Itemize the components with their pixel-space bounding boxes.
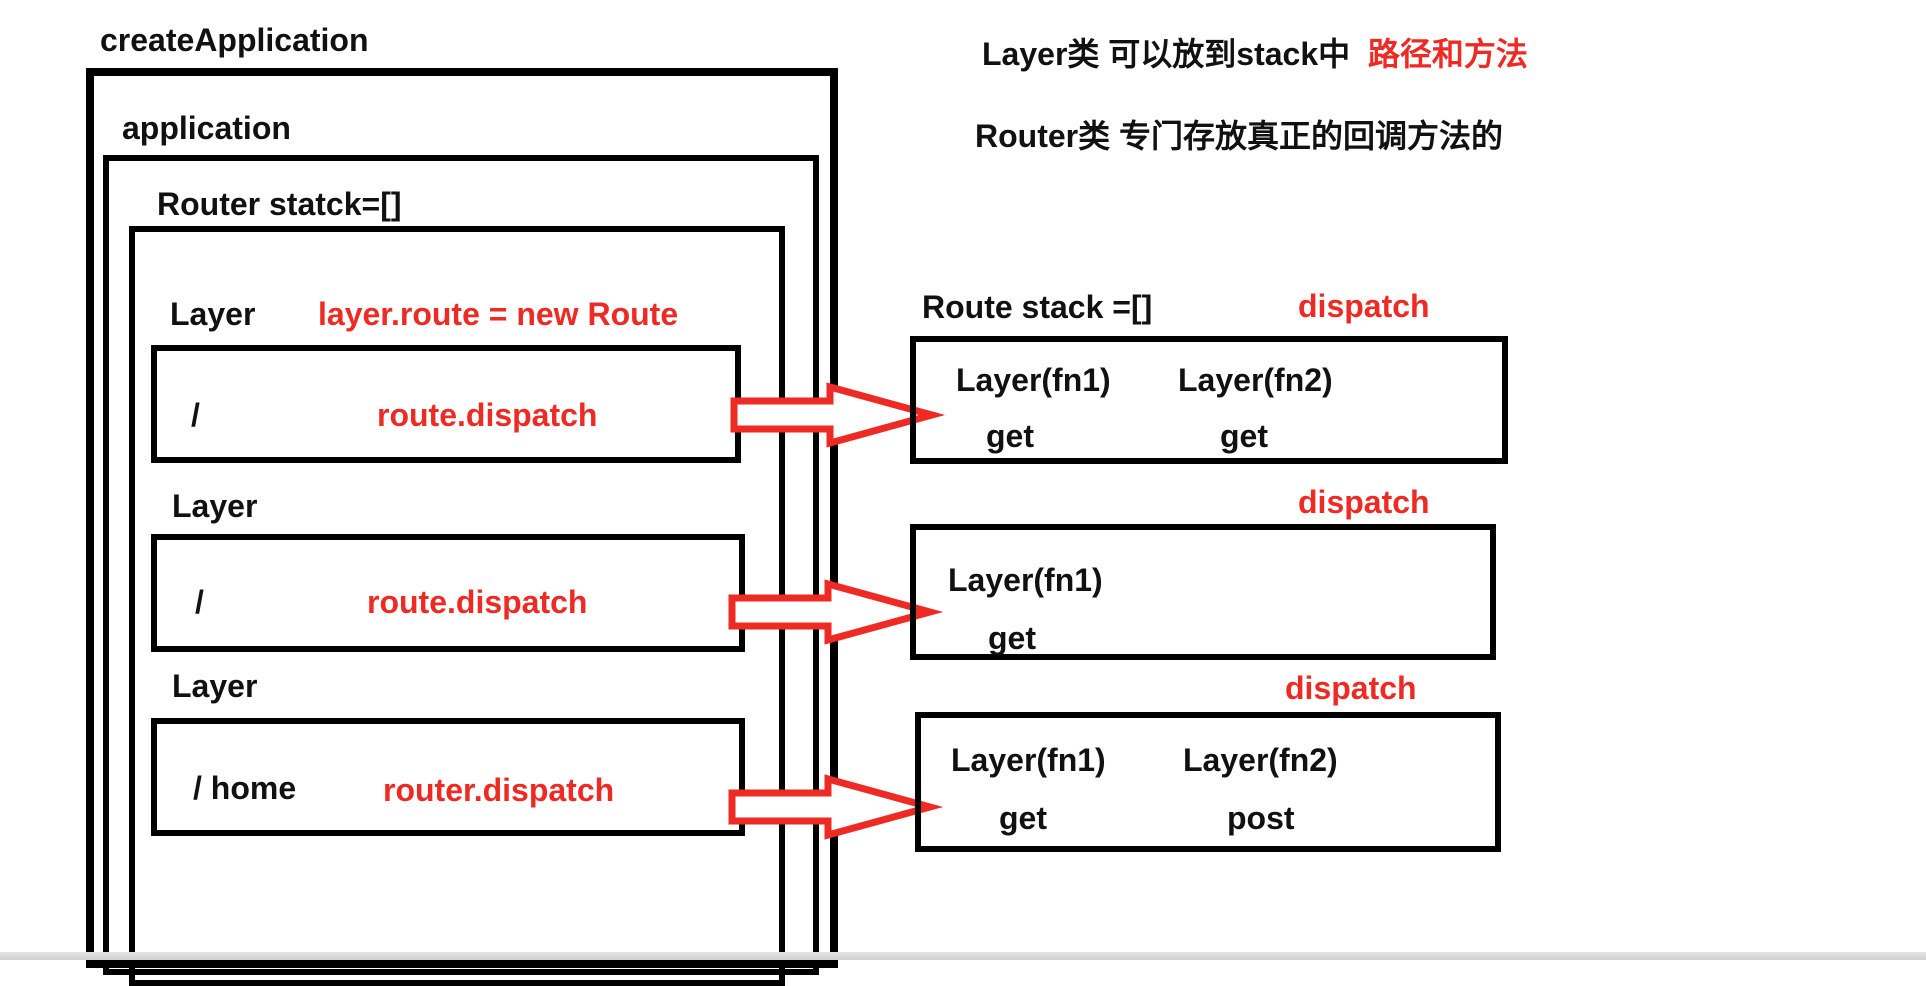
layer-label: Layer bbox=[170, 296, 256, 332]
layer-path: / home bbox=[193, 770, 297, 806]
layer-dispatch: route.dispatch bbox=[377, 397, 598, 433]
route-box: Layer(fn1) Layer(fn2) get post bbox=[915, 712, 1501, 852]
layer-path: / bbox=[195, 584, 204, 620]
arrow-right-icon bbox=[730, 382, 946, 448]
route-layer-method: get bbox=[1220, 418, 1268, 454]
route-dispatch-label: dispatch bbox=[1298, 484, 1430, 520]
route-dispatch-label: dispatch bbox=[1298, 288, 1430, 324]
route-stack-label: Route stack =[] bbox=[922, 289, 1153, 325]
create-application-label: createApplication bbox=[100, 22, 369, 58]
layer-route-annotation: layer.route = new Route bbox=[318, 296, 679, 332]
route-layer-method: get bbox=[999, 800, 1047, 836]
diagram-canvas: { "container_labels": { "create_applicat… bbox=[0, 0, 1926, 986]
route-layer-name: Layer(fn1) bbox=[948, 562, 1103, 598]
router-note: Router类 专门存放真正的回调方法的 bbox=[975, 118, 1504, 154]
route-layer-name: Layer(fn2) bbox=[1178, 362, 1333, 398]
arrow-right-icon bbox=[728, 579, 944, 645]
bottom-scroll-edge bbox=[0, 952, 1926, 960]
layer-note: Layer类 可以放到stack中 路径和方法 bbox=[982, 38, 1528, 70]
layer-box: / route.dispatch bbox=[151, 534, 745, 652]
route-layer-name: Layer(fn1) bbox=[956, 362, 1111, 398]
route-dispatch-label: dispatch bbox=[1285, 670, 1417, 706]
layer-label: Layer bbox=[172, 488, 258, 524]
layer-box: / home router.dispatch bbox=[151, 718, 745, 836]
route-layer-method: get bbox=[986, 418, 1034, 454]
layer-dispatch: router.dispatch bbox=[383, 772, 615, 808]
route-layer-name: Layer(fn1) bbox=[951, 742, 1106, 778]
route-layer-method: get bbox=[988, 620, 1036, 656]
layer-path: / bbox=[191, 397, 200, 433]
route-layer-method: post bbox=[1227, 800, 1295, 836]
arrow-right-icon bbox=[728, 774, 944, 840]
layer-note-highlight: 路径和方法 bbox=[1367, 36, 1528, 72]
route-box: Layer(fn1) get bbox=[910, 524, 1496, 660]
layer-box: / route.dispatch bbox=[151, 345, 741, 463]
layer-dispatch: route.dispatch bbox=[367, 584, 588, 620]
layer-note-text: Layer类 可以放到stack中 bbox=[982, 36, 1351, 72]
route-layer-name: Layer(fn2) bbox=[1183, 742, 1338, 778]
route-box: Layer(fn1) Layer(fn2) get get bbox=[910, 336, 1508, 464]
layer-label: Layer bbox=[172, 668, 258, 704]
